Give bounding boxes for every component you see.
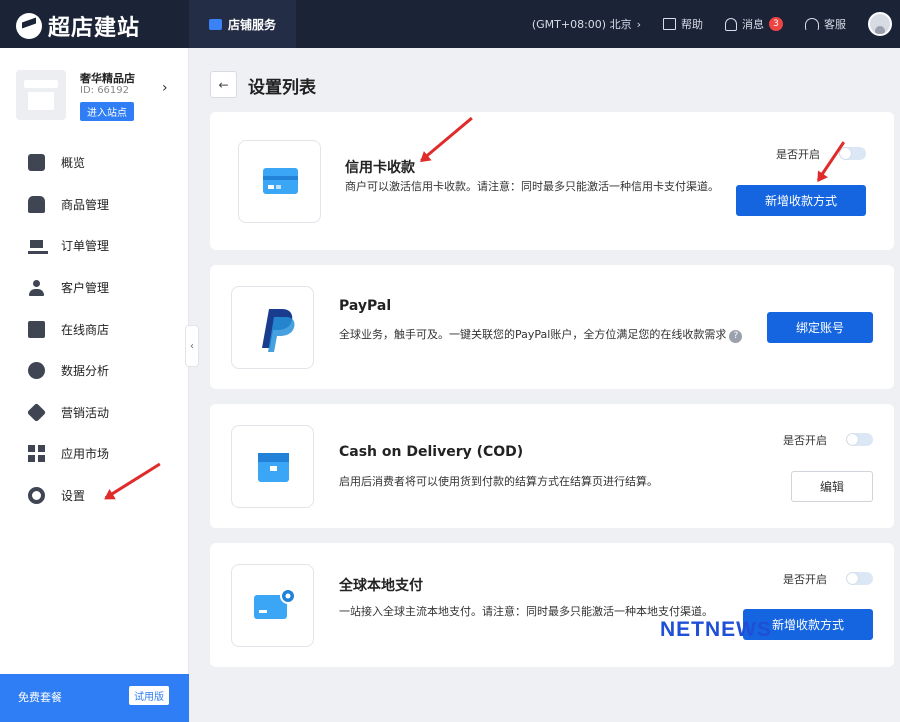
card-title: Cash on Delivery (COD) (339, 444, 524, 460)
enter-site-button[interactable]: 进入站点 (80, 102, 134, 121)
brand-name: 超店建站 (48, 16, 141, 41)
sidebar-item-label: 在线商店 (61, 322, 110, 337)
store-id: ID: 66192 (80, 85, 130, 96)
support-button[interactable]: 客服 (805, 16, 846, 32)
payment-method-icon (231, 425, 314, 508)
sidebar-item-label: 商品管理 (61, 197, 110, 212)
back-button[interactable]: ← (210, 71, 237, 98)
payment-card-paypal: PayPal 全球业务，触手可及。一键关联您的PayPal账户，全方位满足您的在… (210, 265, 894, 389)
sidebar-item-label: 营销活动 (61, 405, 110, 420)
sidebar-collapse-button[interactable]: ‹ (185, 325, 199, 367)
sidebar-item-label: 概览 (61, 156, 86, 171)
plan-label: 免费套餐 (18, 691, 62, 704)
top-bar: 超店建站 店铺服务 (GMT+08:00) 北京 › 帮助 消息 3 客服 (0, 0, 900, 48)
shop-icon (28, 320, 45, 338)
card-title: 信用卡收款 (345, 160, 415, 176)
sidebar-item-label: 应用市场 (61, 447, 110, 462)
card-title: 全球本地支付 (339, 578, 423, 594)
timezone-selector[interactable]: (GMT+08:00) 北京 › (532, 16, 641, 32)
header-actions: (GMT+08:00) 北京 › 帮助 消息 3 客服 (532, 0, 892, 48)
sidebar-item-analytics[interactable]: 数据分析 (0, 350, 189, 392)
store-name: 奢华精品店 (80, 72, 135, 85)
sidebar-item-overview[interactable]: 概览 (0, 142, 189, 184)
sidebar-item-customers[interactable]: 客户管理 (0, 267, 189, 309)
sidebar-item-marketing[interactable]: 营销活动 (0, 392, 189, 434)
messages-label: 消息 (742, 18, 764, 31)
payment-card-credit: 信用卡收款 商户可以激活信用卡收款。请注意：同时最多只能激活一种信用卡支付渠道。… (210, 112, 894, 250)
chevron-right-icon[interactable]: › (162, 80, 168, 96)
payment-method-icon (231, 286, 314, 369)
card-title: PayPal (339, 298, 392, 314)
messages-button[interactable]: 消息 3 (725, 16, 783, 32)
question-icon[interactable]: ? (729, 330, 743, 343)
logo-icon (16, 13, 42, 39)
tab-store-services[interactable]: 店铺服务 (189, 0, 296, 48)
enable-label: 是否开启 (783, 434, 827, 447)
grid-icon (28, 445, 45, 463)
avatar[interactable] (868, 12, 892, 36)
sidebar-nav: 概览 商品管理 订单管理 客户管理 在线商店 数据分析 营销活动 应用市场 设置 (0, 142, 189, 516)
gear-icon (28, 487, 45, 505)
sidebar-item-label: 订单管理 (61, 239, 110, 254)
edit-button[interactable]: 编辑 (791, 471, 873, 502)
help-icon (663, 18, 676, 30)
location-card-icon (254, 588, 296, 619)
payment-method-icon (238, 140, 321, 223)
pie-chart-icon (28, 362, 45, 380)
enable-toggle[interactable] (839, 147, 866, 160)
tag-icon (26, 402, 47, 422)
enable-label: 是否开启 (783, 573, 827, 586)
help-label: 帮助 (681, 18, 703, 31)
dashboard-icon (28, 154, 45, 172)
support-label: 客服 (824, 18, 846, 31)
sidebar-item-label: 数据分析 (61, 364, 110, 379)
watermark-text: NETNEWS (660, 618, 772, 641)
sidebar-item-orders[interactable]: 订单管理 (0, 225, 189, 267)
card-description: 全球业务，触手可及。一键关联您的PayPal账户，全方位满足您的在线收款需求? (339, 327, 744, 343)
plan-banner[interactable]: 免费套餐 试用版 (0, 674, 189, 722)
sidebar-item-settings[interactable]: 设置 (0, 475, 189, 517)
timezone-label: (GMT+08:00) 北京 (531, 18, 632, 31)
enable-label: 是否开启 (776, 148, 820, 161)
package-icon (258, 453, 289, 482)
page-title: 设置列表 (248, 78, 316, 98)
payment-method-icon (231, 564, 314, 647)
user-icon (28, 279, 45, 297)
cart-icon (28, 237, 48, 255)
store-services-icon (208, 18, 222, 30)
card-description-text: 全球业务，触手可及。一键关联您的PayPal账户，全方位满足您的在线收款需求 (339, 328, 727, 341)
sidebar-item-label: 设置 (61, 489, 86, 504)
store-switcher[interactable]: 奢华精品店 ID: 66192 进入站点 › (16, 70, 176, 130)
add-payment-method-button[interactable]: 新增收款方式 (736, 185, 866, 216)
sidebar-item-label: 客户管理 (61, 281, 110, 296)
enable-toggle[interactable] (846, 433, 873, 446)
paypal-icon (262, 309, 295, 352)
payment-card-local: 全球本地支付 一站接入全球主流本地支付。请注意：同时最多只能激活一种本地支付渠道… (210, 543, 894, 667)
help-button[interactable]: 帮助 (663, 16, 703, 32)
sidebar-item-products[interactable]: 商品管理 (0, 184, 189, 226)
chevron-down-icon: › (636, 17, 641, 31)
bind-account-button[interactable]: 绑定账号 (767, 312, 873, 343)
sidebar: 奢华精品店 ID: 66192 进入站点 › 概览 商品管理 订单管理 客户管理… (0, 48, 189, 722)
plan-tag: 试用版 (129, 686, 169, 705)
brand-logo[interactable]: 超店建站 (16, 10, 140, 42)
chevron-left-icon: ‹ (190, 340, 194, 352)
credit-card-icon (263, 168, 298, 194)
bell-icon (725, 17, 737, 31)
payment-card-cod: Cash on Delivery (COD) 启用后消费者将可以使用货到付款的结… (210, 404, 894, 528)
store-thumbnail (16, 70, 66, 120)
arrow-left-icon: ← (218, 77, 229, 92)
enable-toggle[interactable] (846, 572, 873, 585)
bag-icon (28, 195, 45, 213)
card-description: 商户可以激活信用卡收款。请注意：同时最多只能激活一种信用卡支付渠道。 (345, 180, 719, 193)
headset-icon (805, 17, 819, 31)
card-description: 一站接入全球主流本地支付。请注意：同时最多只能激活一种本地支付渠道。 (339, 605, 713, 618)
message-count-badge: 3 (769, 17, 783, 31)
sidebar-item-app-market[interactable]: 应用市场 (0, 433, 189, 475)
sidebar-item-online-store[interactable]: 在线商店 (0, 308, 189, 350)
tab-store-services-label: 店铺服务 (227, 17, 276, 32)
card-description: 启用后消费者将可以使用货到付款的结算方式在结算页进行结算。 (339, 475, 658, 488)
